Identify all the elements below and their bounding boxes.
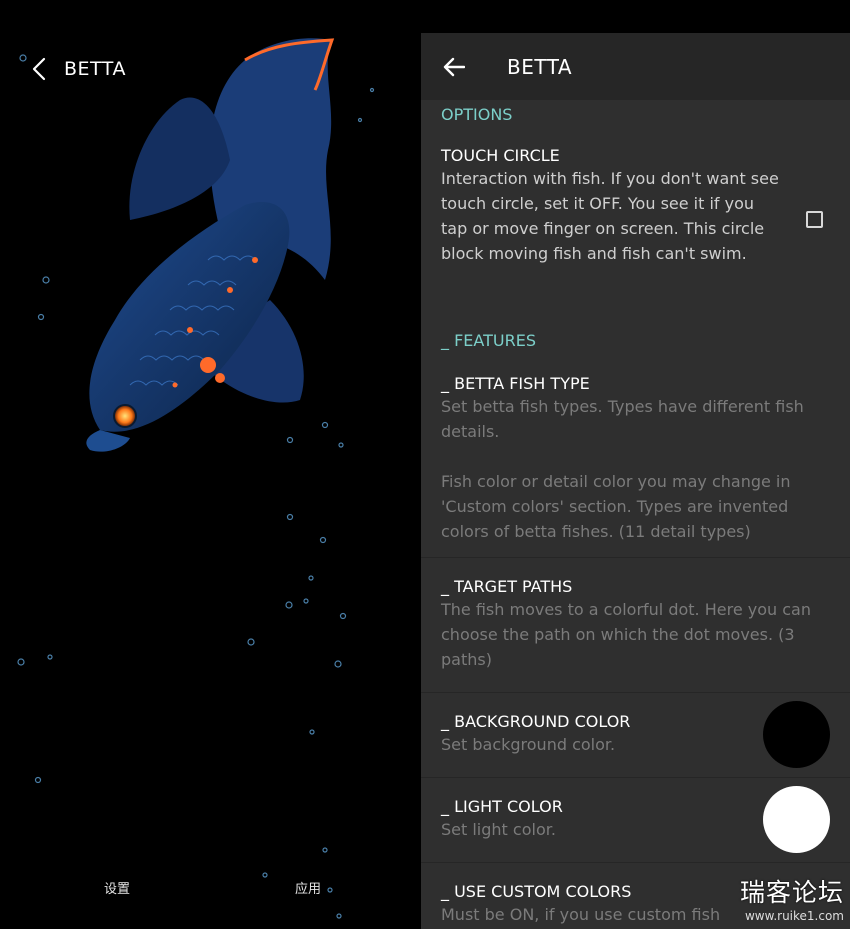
wallpaper-preview: BETTA 设置 应用 <box>0 0 421 929</box>
settings-button[interactable]: 设置 <box>104 878 130 897</box>
watermark-url: www.ruike1.com <box>744 909 844 923</box>
preview-bottom-bar: 设置 应用 <box>0 878 421 900</box>
touch-circle-checkbox[interactable] <box>806 211 823 228</box>
pref-touch-circle[interactable]: TOUCH CIRCLE Interaction with fish. If y… <box>421 135 850 331</box>
pref-betta-fish-type[interactable]: _ BETTA FISH TYPE Set betta fish types. … <box>421 364 850 558</box>
app-bar: BETTA <box>421 33 850 100</box>
pref-target-paths[interactable]: _ TARGET PATHS The fish moves to a color… <box>421 558 850 693</box>
back-arrow-icon[interactable] <box>441 54 467 80</box>
pref-summary: Interaction with fish. If you don't want… <box>441 169 779 263</box>
betta-fish-illustration <box>86 38 335 452</box>
preview-title: BETTA <box>64 58 126 80</box>
pref-background-color[interactable]: _ BACKGROUND COLOR Set background color. <box>421 693 850 778</box>
preview-header: BETTA <box>28 56 126 82</box>
settings-panel: BETTA OPTIONS TOUCH CIRCLE Interaction w… <box>421 33 850 929</box>
pref-summary: Set betta fish types. Types have differe… <box>441 397 804 441</box>
pref-summary-extra: Fish color or detail color you may chang… <box>441 472 791 541</box>
page-title: BETTA <box>507 54 573 79</box>
back-chevron-icon[interactable] <box>28 56 50 82</box>
pref-light-color[interactable]: _ LIGHT COLOR Set light color. <box>421 778 850 863</box>
light-color-swatch[interactable] <box>763 786 830 853</box>
pref-title: _ TARGET PATHS <box>441 577 573 596</box>
watermark-text: 瑞客论坛 <box>739 878 844 907</box>
background-color-swatch[interactable] <box>763 701 830 768</box>
pref-title: _ BETTA FISH TYPE <box>441 374 590 393</box>
pref-title: TOUCH CIRCLE <box>441 146 560 165</box>
apply-button[interactable]: 应用 <box>295 878 321 897</box>
pref-summary: The fish moves to a colorful dot. Here y… <box>441 600 811 669</box>
section-header-options: OPTIONS <box>441 105 513 124</box>
fish-eye <box>113 404 137 428</box>
watermark: 瑞客论坛 www.ruike1.com <box>740 873 844 923</box>
section-header-features: _ FEATURES <box>441 331 536 350</box>
